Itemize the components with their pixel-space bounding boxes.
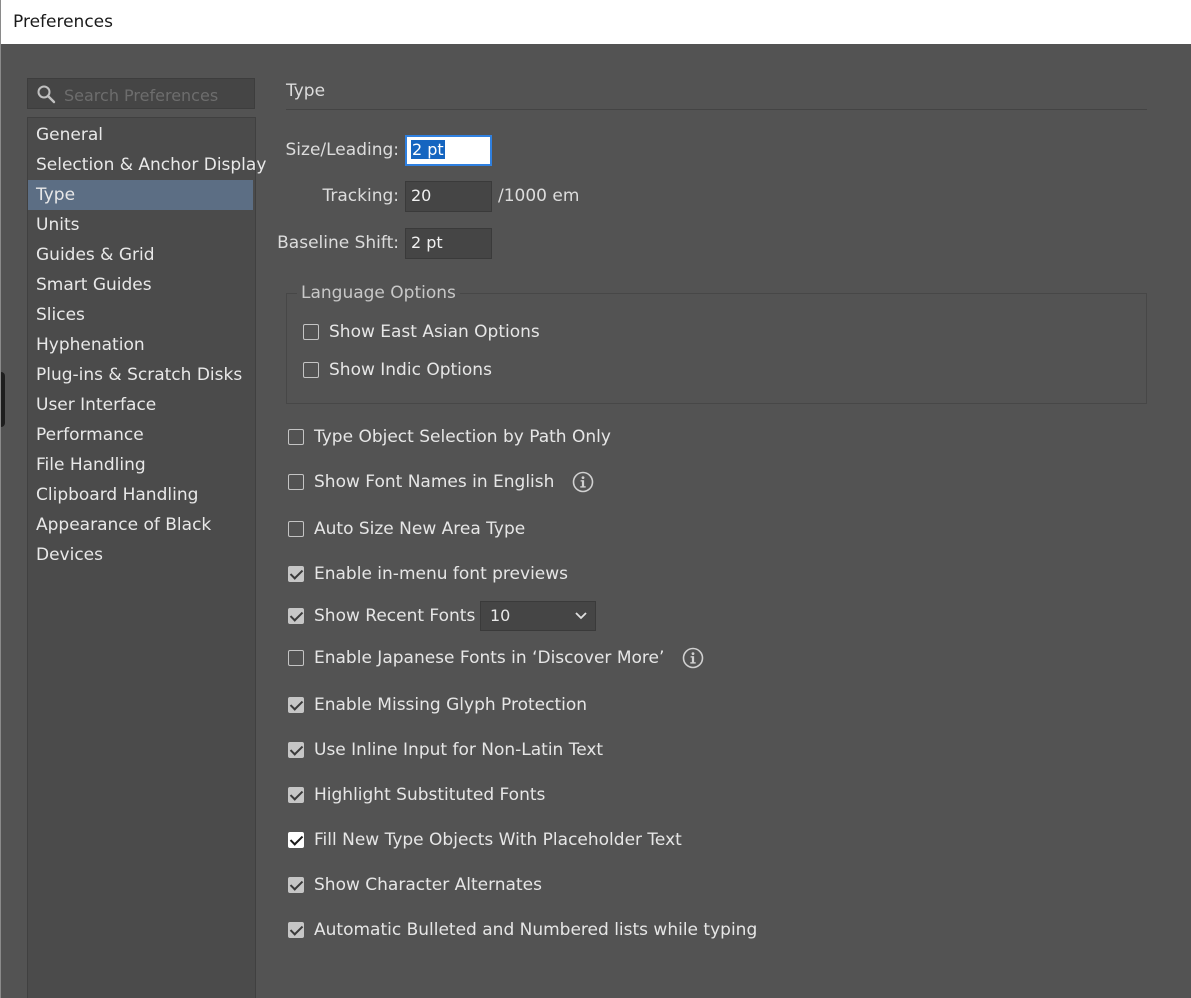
baseline-shift-input[interactable]: 2 pt	[405, 228, 492, 259]
highlight-substituted-fonts-row[interactable]: Highlight Substituted Fonts	[288, 784, 545, 806]
missing-glyph-protection-label: Enable Missing Glyph Protection	[314, 695, 588, 715]
tracking-label: Tracking:	[322, 186, 400, 206]
auto-bulleted-lists-row[interactable]: Automatic Bulleted and Numbered lists wh…	[288, 919, 757, 941]
sidebar-item-file-handling[interactable]: File Handling	[28, 450, 253, 480]
info-icon[interactable]	[682, 647, 704, 669]
sidebar-item-user-interface[interactable]: User Interface	[28, 390, 253, 420]
show-recent-fonts-row[interactable]: Show Recent Fonts	[288, 605, 475, 627]
show-recent-fonts-checkbox[interactable]	[288, 608, 304, 624]
window-title: Preferences	[13, 12, 113, 32]
size-leading-value: 2 pt	[411, 140, 445, 159]
placeholder-text-checkbox[interactable]	[288, 832, 304, 848]
show-font-names-english-row[interactable]: Show Font Names in English	[288, 471, 594, 493]
japanese-fonts-discover-checkbox[interactable]	[288, 650, 304, 666]
japanese-fonts-discover-label: Enable Japanese Fonts in ‘Discover More’	[314, 648, 665, 668]
title-bar: Preferences	[1, 0, 1191, 44]
show-font-names-english-label: Show Font Names in English	[314, 472, 555, 492]
size-leading-input[interactable]: 2 pt	[405, 135, 492, 166]
sidebar-item-slices[interactable]: Slices	[28, 300, 253, 330]
preferences-sidebar: General Selection & Anchor Display Type …	[27, 117, 266, 998]
in-menu-font-previews-row[interactable]: Enable in-menu font previews	[288, 563, 568, 585]
baseline-shift-label: Baseline Shift:	[277, 233, 399, 253]
section-title: Type	[286, 81, 326, 101]
type-object-selection-row[interactable]: Type Object Selection by Path Only	[288, 426, 611, 448]
missing-glyph-protection-checkbox[interactable]	[288, 697, 304, 713]
show-recent-fonts-label: Show Recent Fonts	[314, 606, 476, 626]
auto-size-area-type-label: Auto Size New Area Type	[314, 519, 526, 539]
preferences-dialog: Preferences General Selection & Anchor D…	[0, 0, 1191, 998]
search-icon	[37, 85, 56, 104]
placeholder-text-row[interactable]: Fill New Type Objects With Placeholder T…	[288, 829, 682, 851]
placeholder-text-label: Fill New Type Objects With Placeholder T…	[314, 830, 682, 850]
background-edge-mark	[1, 372, 5, 427]
sidebar-item-appearance-of-black[interactable]: Appearance of Black	[28, 510, 253, 540]
search-box[interactable]	[27, 78, 255, 109]
auto-bulleted-lists-checkbox[interactable]	[288, 922, 304, 938]
inline-input-row[interactable]: Use Inline Input for Non-Latin Text	[288, 739, 603, 761]
recent-fonts-count-value: 10	[490, 606, 511, 625]
sidebar-item-general[interactable]: General	[28, 120, 253, 150]
auto-size-area-type-checkbox[interactable]	[288, 521, 304, 537]
show-indic-options-label: Show Indic Options	[329, 360, 492, 380]
sidebar-item-devices[interactable]: Devices	[28, 540, 253, 570]
type-object-selection-checkbox[interactable]	[288, 429, 304, 445]
sidebar-item-selection-anchor-display[interactable]: Selection & Anchor Display	[28, 150, 266, 180]
show-indic-options-checkbox[interactable]	[303, 362, 319, 378]
tracking-input[interactable]: 20	[405, 181, 492, 212]
search-input[interactable]	[62, 82, 251, 108]
sidebar-item-guides-grid[interactable]: Guides & Grid	[28, 240, 253, 270]
in-menu-font-previews-label: Enable in-menu font previews	[314, 564, 569, 584]
show-font-names-english-checkbox[interactable]	[288, 474, 304, 490]
show-east-asian-options-row[interactable]: Show East Asian Options	[303, 321, 540, 343]
missing-glyph-protection-row[interactable]: Enable Missing Glyph Protection	[288, 694, 587, 716]
info-icon[interactable]	[572, 471, 594, 493]
inline-input-label: Use Inline Input for Non-Latin Text	[314, 740, 604, 760]
show-east-asian-options-label: Show East Asian Options	[329, 322, 540, 342]
show-east-asian-options-checkbox[interactable]	[303, 324, 319, 340]
section-divider	[286, 109, 1147, 110]
sidebar-item-hyphenation[interactable]: Hyphenation	[28, 330, 253, 360]
sidebar-item-clipboard-handling[interactable]: Clipboard Handling	[28, 480, 253, 510]
sidebar-item-type[interactable]: Type	[28, 180, 253, 210]
type-object-selection-label: Type Object Selection by Path Only	[314, 427, 611, 447]
character-alternates-label: Show Character Alternates	[314, 875, 542, 895]
sidebar-item-plugins-scratch-disks[interactable]: Plug-ins & Scratch Disks	[28, 360, 253, 390]
sidebar-item-units[interactable]: Units	[28, 210, 253, 240]
chevron-down-icon	[575, 612, 587, 620]
sidebar-item-performance[interactable]: Performance	[28, 420, 253, 450]
character-alternates-row[interactable]: Show Character Alternates	[288, 874, 542, 896]
tracking-unit: /1000 em	[498, 186, 580, 206]
auto-bulleted-lists-label: Automatic Bulleted and Numbered lists wh…	[314, 920, 758, 940]
character-alternates-checkbox[interactable]	[288, 877, 304, 893]
show-indic-options-row[interactable]: Show Indic Options	[303, 359, 492, 381]
recent-fonts-count-dropdown[interactable]: 10	[480, 601, 596, 631]
language-options-group	[286, 293, 1147, 404]
sidebar-item-smart-guides[interactable]: Smart Guides	[28, 270, 253, 300]
japanese-fonts-discover-row[interactable]: Enable Japanese Fonts in ‘Discover More’	[288, 647, 704, 669]
language-options-title: Language Options	[297, 283, 460, 303]
auto-size-area-type-row[interactable]: Auto Size New Area Type	[288, 518, 525, 540]
highlight-substituted-fonts-label: Highlight Substituted Fonts	[314, 785, 546, 805]
size-leading-label: Size/Leading:	[285, 140, 399, 160]
in-menu-font-previews-checkbox[interactable]	[288, 566, 304, 582]
highlight-substituted-fonts-checkbox[interactable]	[288, 787, 304, 803]
inline-input-checkbox[interactable]	[288, 742, 304, 758]
